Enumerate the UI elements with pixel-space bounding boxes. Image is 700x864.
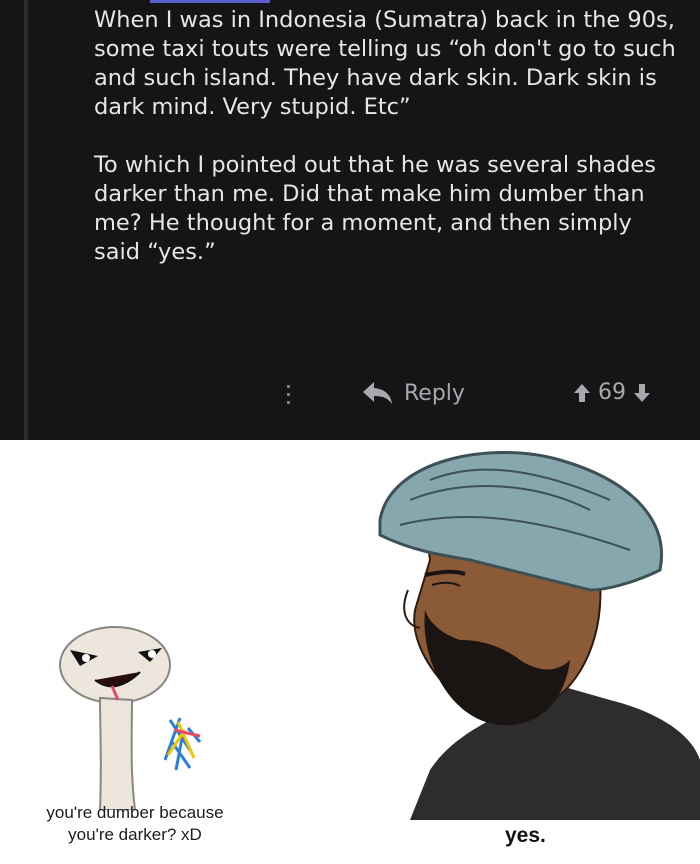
arrow-down-icon[interactable] bbox=[634, 383, 650, 402]
left-caption-line-1: you're dumber because bbox=[46, 803, 224, 822]
comment-actions: Reply 69 bbox=[0, 378, 700, 414]
more-options-icon[interactable] bbox=[281, 380, 295, 410]
crying-soyjak-figure bbox=[59, 626, 202, 810]
comment-paragraph-2: To which I pointed out that he was sever… bbox=[94, 152, 656, 265]
comment-body: When I was in Indonesia (Sumatra) back i… bbox=[94, 6, 684, 267]
turbaned-bearded-chad-figure bbox=[378, 451, 700, 820]
left-caption-line-2: you're darker? xD bbox=[68, 825, 202, 844]
comment-panel: When I was in Indonesia (Sumatra) back i… bbox=[0, 0, 700, 440]
right-caption: yes. bbox=[505, 824, 546, 847]
vote-count: 69 bbox=[598, 380, 626, 405]
username-link[interactable] bbox=[150, 0, 270, 3]
arrow-up-icon[interactable] bbox=[574, 383, 590, 402]
reply-button[interactable]: Reply bbox=[360, 380, 465, 406]
left-caption: you're dumber because you're darker? xD bbox=[0, 802, 270, 846]
meme-panel: you're dumber because you're darker? xD … bbox=[0, 440, 700, 864]
vote-controls: 69 bbox=[574, 380, 650, 405]
reply-label: Reply bbox=[404, 380, 465, 406]
reply-arrow-icon bbox=[363, 382, 392, 404]
thread-line[interactable] bbox=[24, 0, 28, 440]
comment-paragraph-1: When I was in Indonesia (Sumatra) back i… bbox=[94, 7, 676, 120]
